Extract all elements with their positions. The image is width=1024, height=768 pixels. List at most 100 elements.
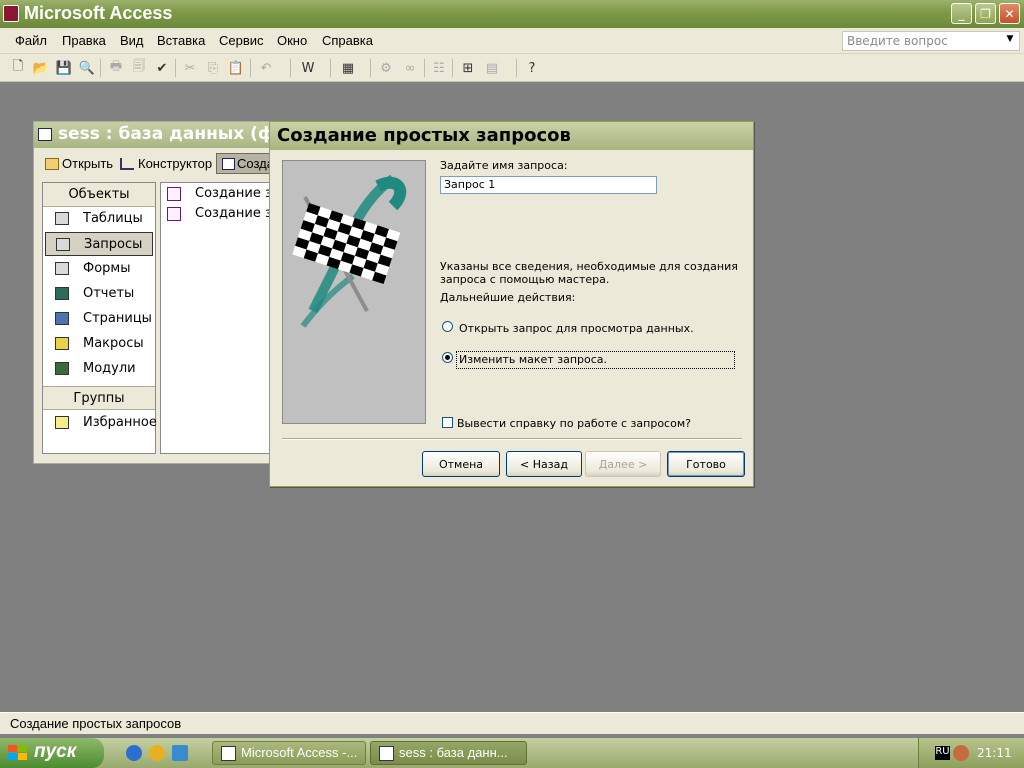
object-reports[interactable]: Отчеты [45,282,153,306]
start-button[interactable]: пуск [0,738,104,768]
query-name-input[interactable]: Запрос 1 [440,176,657,194]
menu-view[interactable]: Вид [120,33,144,48]
group-favorites[interactable]: Избранное [45,411,157,435]
task-access[interactable]: Microsoft Access -... [212,741,366,765]
undo-icon[interactable]: ↶ [256,58,276,78]
open-button[interactable]: Открыть [62,156,113,171]
copy-icon[interactable]: ⎘ [203,58,223,78]
save-icon[interactable]: 💾 [54,58,74,78]
new-icon[interactable]: 🗋 [8,58,28,78]
menu-help[interactable]: Справка [322,33,373,48]
open-query-radio[interactable] [442,321,453,332]
menu-bar: Файл Правка Вид Вставка Сервис Окно Спра… [0,28,1024,54]
internet-explorer-icon[interactable] [126,745,142,761]
wizard-titlebar[interactable]: Создание простых запросов [270,122,753,150]
ask-question-input[interactable]: Введите вопрос ▼ [842,31,1020,51]
toolbar-separator [370,59,371,77]
app-titlebar[interactable]: Microsoft Access _ ❐ ✕ [0,0,1024,28]
wizard-icon [167,187,181,201]
object-label: Модули [83,361,136,376]
toolbar-separator [175,59,176,77]
relationships-icon[interactable]: ⊞ [458,58,478,78]
create-button[interactable]: Созда [216,153,276,174]
status-text: Создание простых запросов [10,716,182,731]
open-icon [45,158,59,170]
menu-insert[interactable]: Вставка [157,33,205,48]
help-checkbox[interactable] [442,417,453,428]
groups-header[interactable]: Группы [43,386,155,410]
help-icon[interactable]: ? [522,58,542,78]
wizard-title: Создание простых запросов [277,125,571,146]
toolbar-separator [100,59,101,77]
toolbar-separator [424,59,425,77]
properties-icon[interactable]: ☷ [429,58,449,78]
page-icon [55,312,69,325]
favorites-icon [55,416,69,429]
system-tray: RU 21:11 [918,738,1024,768]
script-icon[interactable]: ∞ [400,58,420,78]
status-bar: Создание простых запросов [0,712,1024,734]
search-icon[interactable]: 🔍 [77,58,97,78]
list-item[interactable]: Создание за [167,186,280,204]
outlook-express-icon[interactable] [172,745,188,761]
finish-button[interactable]: Готово [667,451,745,477]
modify-design-radio[interactable] [442,352,453,363]
restore-button[interactable]: ❐ [975,3,996,24]
group-label: Избранное [83,415,157,430]
spell-icon[interactable]: ✔ [152,58,172,78]
new-object-icon[interactable]: ▤ [482,58,502,78]
office-links-icon[interactable]: W [298,58,318,78]
clock: 21:11 [977,746,1012,760]
next-actions-label: Дальнейшие действия: [440,291,576,304]
print-icon[interactable]: 🖶 [106,58,126,78]
open-icon[interactable]: 📂 [31,58,51,78]
access-key-icon[interactable] [3,5,19,22]
chevron-down-icon[interactable]: ▼ [1003,34,1017,48]
info-text-line1: Указаны все сведения, необходимые для со… [440,260,738,273]
menu-window[interactable]: Окно [277,33,307,48]
help-checkbox-label[interactable]: Вывести справку по работе с запросом? [457,417,691,430]
task-database[interactable]: sess : база данн... [370,741,527,765]
object-tables[interactable]: Таблицы [45,207,153,231]
object-queries[interactable]: Запросы [45,232,153,256]
form-icon [55,262,69,275]
chevron-left-icon[interactable] [953,745,969,761]
list-item[interactable]: Создание за [167,206,280,224]
ask-question-placeholder: Введите вопрос [847,34,948,48]
object-macros[interactable]: Макросы [45,332,153,356]
simple-query-wizard[interactable]: Создание простых запросов Задайте имя за… [269,121,754,487]
menu-file[interactable]: Файл [15,33,47,48]
list-item-label: Создание за [195,186,280,201]
modify-design-label[interactable]: Изменить макет запроса. [459,353,607,366]
module-icon [55,362,69,375]
language-indicator[interactable]: RU [935,746,950,760]
object-label: Страницы [83,311,152,326]
close-button[interactable]: ✕ [999,3,1020,24]
task-label: sess : база данн... [399,745,508,760]
query-icon [56,238,70,251]
preview-icon[interactable]: 🗐 [129,58,149,78]
design-icon [120,158,134,170]
toolbar: 🗋 📂 💾 🔍 🖶 🗐 ✔ ✂ ⎘ 📋 ↶ W ▦ ⚙ ∞ ☷ ⊞ ▤ ? [0,54,1024,82]
object-pages[interactable]: Страницы [45,307,153,331]
paste-icon[interactable]: 📋 [226,58,246,78]
next-button[interactable]: Далее > [585,451,661,477]
objects-header[interactable]: Объекты [43,183,155,207]
back-button[interactable]: < Назад [506,451,582,477]
menu-tools[interactable]: Сервис [219,33,264,48]
windows-logo-icon [8,745,27,760]
objects-panel: Объекты Таблицы Запросы Формы Отчеты Стр… [42,182,157,454]
open-query-label[interactable]: Открыть запрос для просмотра данных. [459,322,694,335]
object-label: Запросы [84,237,143,252]
cancel-button[interactable]: Отмена [422,451,500,477]
analyze-icon[interactable]: ▦ [338,58,358,78]
code-icon[interactable]: ⚙ [376,58,396,78]
design-button[interactable]: Конструктор [138,156,212,171]
media-player-icon[interactable] [149,745,165,761]
minimize-button[interactable]: _ [951,3,972,24]
cut-icon[interactable]: ✂ [180,58,200,78]
object-forms[interactable]: Формы [45,257,153,281]
object-modules[interactable]: Модули [45,357,153,381]
menu-edit[interactable]: Правка [62,33,106,48]
new-icon [222,158,235,170]
